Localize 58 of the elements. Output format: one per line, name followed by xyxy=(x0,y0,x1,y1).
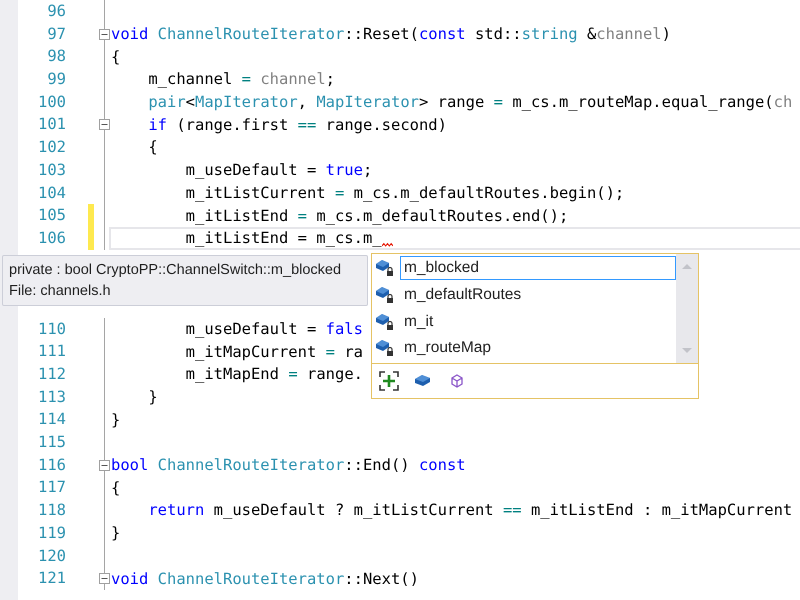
line-number: 113 xyxy=(37,386,66,408)
line-number: 118 xyxy=(37,500,66,522)
plus-bracket-icon[interactable] xyxy=(379,371,399,391)
collapse-icon[interactable] xyxy=(99,28,110,40)
code-line: { xyxy=(111,48,120,66)
line-number: 101 xyxy=(37,114,66,136)
code-line: void ChannelRouteIterator::Next() xyxy=(111,570,419,588)
file-name: File: channels.h xyxy=(9,282,111,301)
code-line: } xyxy=(111,410,120,429)
code-line: m_useDefault = fals xyxy=(184,320,363,338)
completion-item[interactable]: m_blocked xyxy=(400,256,676,280)
line-number: 100 xyxy=(37,92,66,113)
block-lock-icon xyxy=(374,258,396,278)
line-number: 116 xyxy=(37,454,66,476)
line-number: 97 xyxy=(46,24,66,45)
code-line: m_useDefault = true; xyxy=(184,161,372,180)
code-line: void ChannelRouteIterator::Reset(const std::string &channel) xyxy=(111,25,671,44)
line-number: 117 xyxy=(37,477,66,498)
block-lock-icon xyxy=(374,312,396,332)
code-line: m_itListEnd = m_cs.m_ xyxy=(184,229,382,248)
code-line: m_itMapCurrent = ra xyxy=(184,342,363,361)
code-line: return m_useDefault ? m_itListCurrent == m_itListEnd : m_itMapCurrent xyxy=(147,501,792,520)
collapse-icon[interactable] xyxy=(99,119,110,130)
line-number: 120 xyxy=(37,546,66,566)
code-line: m_itListEnd = m_cs.m_defaultRoutes.end(); xyxy=(184,206,568,225)
line-number: 110 xyxy=(37,318,66,340)
block-lock-icon xyxy=(374,285,396,306)
line-number: 112 xyxy=(37,364,66,385)
collapse-icon[interactable] xyxy=(99,573,110,584)
code-line: bool ChannelRouteIterator::End() const xyxy=(111,456,466,474)
code-line: pair<MapIterator, MapIterator> range = m_cs.m_routeMap.equal_range(ch xyxy=(147,93,792,112)
code-line: if (range.first == range.second) xyxy=(147,116,447,134)
line-number: 106 xyxy=(37,228,66,249)
completion-item[interactable]: m_it xyxy=(400,310,676,334)
line-number: 102 xyxy=(37,137,66,158)
completion-item[interactable]: m_defaultRoutes xyxy=(400,283,676,308)
line-number: 99 xyxy=(46,69,66,90)
collapse-icon[interactable] xyxy=(99,460,110,471)
block-lock-icon xyxy=(374,338,396,358)
code-line: } xyxy=(147,388,158,406)
line-number: 121 xyxy=(37,568,66,590)
line-number: 103 xyxy=(37,160,66,181)
code-line: { xyxy=(147,138,158,156)
line-number: 104 xyxy=(37,182,66,204)
code-line: m_channel = channel; xyxy=(147,70,335,88)
code-line: m_itListCurrent = m_cs.m_defaultRoutes.begin(); xyxy=(184,184,624,202)
code-line: } xyxy=(111,524,120,542)
code-line: m_itMapEnd = range. xyxy=(184,365,363,384)
completion-item[interactable]: m_routeMap xyxy=(400,336,676,360)
line-number: 111 xyxy=(37,341,66,362)
line-number: 115 xyxy=(37,432,66,454)
line-number: 119 xyxy=(37,522,66,544)
member-signature: private : bool CryptoPP::ChannelSwitch::m_blocked xyxy=(9,261,342,280)
code-line: { xyxy=(111,478,120,497)
line-number: 105 xyxy=(37,205,66,226)
line-number: 96 xyxy=(46,1,66,22)
line-number: 98 xyxy=(46,46,66,68)
line-number: 114 xyxy=(37,409,66,430)
